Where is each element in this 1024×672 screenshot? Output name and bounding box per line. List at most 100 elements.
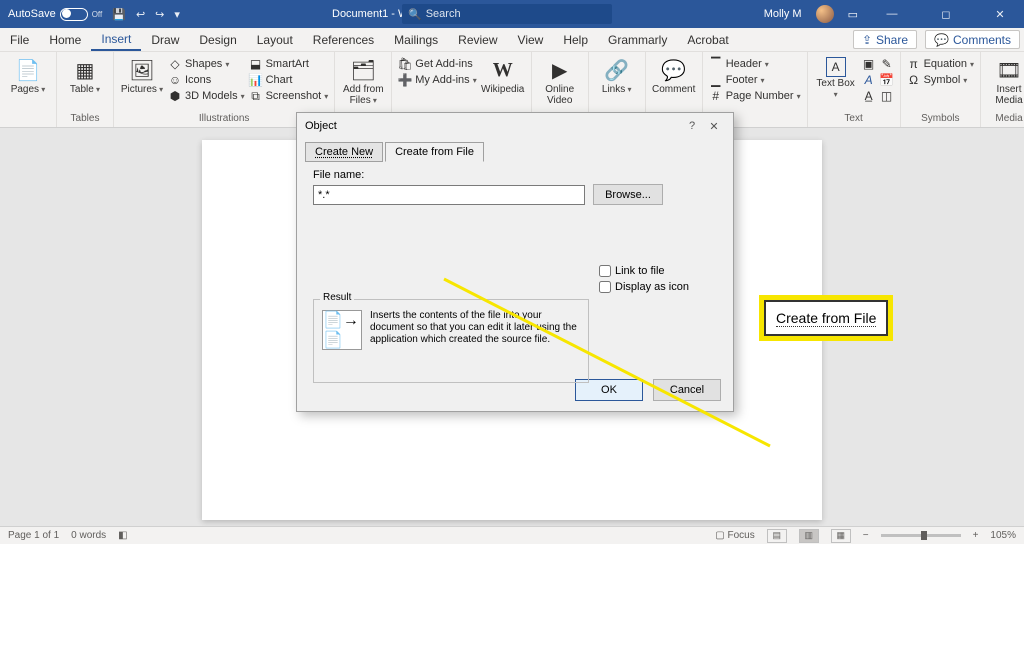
tab-help[interactable]: Help <box>553 28 598 51</box>
search-placeholder: Search <box>426 8 461 20</box>
page-icon: 📄 <box>15 57 41 83</box>
print-layout-icon[interactable]: ▥ <box>799 529 819 543</box>
tab-draw[interactable]: Draw <box>141 28 189 51</box>
zoom-level[interactable]: 105% <box>990 530 1016 541</box>
user-name[interactable]: Molly M <box>764 8 802 20</box>
ribbon-mode-icon[interactable]: ▭ <box>848 8 858 21</box>
shapes-button[interactable]: ◇Shapes <box>168 57 245 71</box>
tab-home[interactable]: Home <box>39 28 91 51</box>
link-to-file-checkbox[interactable]: Link to file <box>599 265 689 277</box>
save-icon[interactable]: 💾 <box>112 8 126 21</box>
filename-label: File name: <box>313 169 717 181</box>
wikipedia-button[interactable]: WWikipedia <box>481 54 525 95</box>
icons-icon: ☺ <box>168 73 182 87</box>
text-box-icon: A <box>826 57 846 77</box>
tab-layout[interactable]: Layout <box>247 28 303 51</box>
zoom-slider[interactable] <box>881 534 961 537</box>
links-button[interactable]: 🔗Links <box>595 54 639 95</box>
browse-button[interactable]: Browse... <box>593 184 663 205</box>
zoom-in-icon[interactable]: + <box>973 530 979 541</box>
pictures-icon: 🖼 <box>129 57 155 83</box>
chart-button[interactable]: 📊Chart <box>249 73 329 87</box>
user-avatar-icon[interactable] <box>816 5 834 23</box>
symbol-button[interactable]: ΩSymbol <box>907 73 974 87</box>
tab-insert[interactable]: Insert <box>91 28 141 51</box>
tab-file[interactable]: File <box>0 28 39 51</box>
text-box-button[interactable]: AText Box <box>814 54 858 100</box>
date-time-button[interactable]: 📅 <box>880 73 894 87</box>
status-bar: Page 1 of 1 0 words ◧ ▢ Focus ▤ ▥ ▦ − + … <box>0 526 1024 544</box>
tab-create-from-file[interactable]: Create from File <box>385 142 484 162</box>
zoom-out-icon[interactable]: − <box>863 530 869 541</box>
dialog-help-icon[interactable]: ? <box>681 120 703 132</box>
header-button[interactable]: ▔Header <box>709 57 801 71</box>
tab-acrobat[interactable]: Acrobat <box>677 28 738 51</box>
chart-icon: 📊 <box>249 73 263 87</box>
tab-create-new[interactable]: Create New <box>305 142 383 162</box>
read-mode-icon[interactable]: ▤ <box>767 529 787 543</box>
page-indicator[interactable]: Page 1 of 1 <box>8 530 59 541</box>
signature-line-button[interactable]: ✎ <box>880 57 894 71</box>
store-icon: 🛍 <box>398 57 412 71</box>
icons-button[interactable]: ☺Icons <box>168 73 245 87</box>
comment-button[interactable]: 💬Comment <box>652 54 696 95</box>
dialog-close-icon[interactable]: ✕ <box>703 120 725 133</box>
search-box[interactable]: 🔍 Search <box>402 4 612 24</box>
quickparts-icon: ▣ <box>862 57 876 71</box>
close-window-icon[interactable]: ✕ <box>980 0 1020 28</box>
wordart-button[interactable]: A <box>862 73 876 87</box>
quick-parts-button[interactable]: ▣ <box>862 57 876 71</box>
share-icon: ⇪ <box>862 33 872 47</box>
pages-button[interactable]: 📄Pages <box>6 54 50 95</box>
comments-button[interactable]: 💬Comments <box>925 30 1020 49</box>
get-addins-button[interactable]: 🛍Get Add-ins <box>398 57 476 71</box>
table-button[interactable]: ▦Table <box>63 54 107 95</box>
online-video-button[interactable]: ▶Online Video <box>538 54 582 106</box>
footer-button[interactable]: ▁Footer <box>709 73 801 87</box>
minimize-icon[interactable]: — <box>872 0 912 28</box>
qat-more-icon[interactable]: ▾ <box>174 8 180 21</box>
focus-mode-button[interactable]: ▢ Focus <box>715 530 754 541</box>
screenshot-icon: ⧉ <box>249 89 263 103</box>
insert-media-button[interactable]: 🎞Insert Media <box>987 54 1024 106</box>
page-number-button[interactable]: #Page Number <box>709 89 801 103</box>
tab-grammarly[interactable]: Grammarly <box>598 28 677 51</box>
symbol-icon: Ω <box>907 73 921 87</box>
drop-cap-button[interactable]: A̲ <box>862 89 876 103</box>
wikipedia-icon: W <box>490 57 516 83</box>
text-group-label: Text <box>814 113 894 125</box>
tab-design[interactable]: Design <box>189 28 246 51</box>
addins-icon: ➕ <box>398 73 412 87</box>
screenshot-button[interactable]: ⧉Screenshot <box>249 89 329 103</box>
my-addins-button[interactable]: ➕My Add-ins <box>398 73 476 87</box>
dropcap-icon: A̲ <box>862 89 876 103</box>
web-layout-icon[interactable]: ▦ <box>831 529 851 543</box>
tab-view[interactable]: View <box>508 28 554 51</box>
smartart-button[interactable]: ⬓SmartArt <box>249 57 329 71</box>
cancel-button[interactable]: Cancel <box>653 379 721 401</box>
share-button[interactable]: ⇪Share <box>853 30 917 49</box>
accessibility-icon[interactable]: ◧ <box>118 530 127 541</box>
object-button[interactable]: ◫ <box>880 89 894 103</box>
word-count[interactable]: 0 words <box>71 530 106 541</box>
pictures-button[interactable]: 🖼Pictures <box>120 54 164 95</box>
signature-icon: ✎ <box>880 57 894 71</box>
add-from-files-button[interactable]: 🗂Add from Files <box>341 54 385 106</box>
redo-icon[interactable]: ↪ <box>155 8 164 21</box>
3d-models-button[interactable]: ⬢3D Models <box>168 89 245 103</box>
media-icon: 🎞 <box>996 57 1022 83</box>
equation-button[interactable]: πEquation <box>907 57 974 71</box>
tab-mailings[interactable]: Mailings <box>384 28 448 51</box>
undo-icon[interactable]: ↩ <box>136 8 145 21</box>
callout-box: Create from File <box>764 300 888 336</box>
autosave-toggle[interactable]: AutoSave Off <box>8 8 102 21</box>
tab-review[interactable]: Review <box>448 28 507 51</box>
filename-input[interactable] <box>313 185 585 205</box>
toggle-off-icon[interactable] <box>60 8 88 21</box>
title-bar: AutoSave Off 💾 ↩ ↪ ▾ Document1 - Word 🔍 … <box>0 0 1024 28</box>
tab-references[interactable]: References <box>303 28 384 51</box>
display-as-icon-checkbox[interactable]: Display as icon <box>599 281 689 293</box>
object-dialog: Object ? ✕ Create New Create from File F… <box>296 112 734 412</box>
date-icon: 📅 <box>880 73 894 87</box>
maximize-icon[interactable]: ◻ <box>926 0 966 28</box>
